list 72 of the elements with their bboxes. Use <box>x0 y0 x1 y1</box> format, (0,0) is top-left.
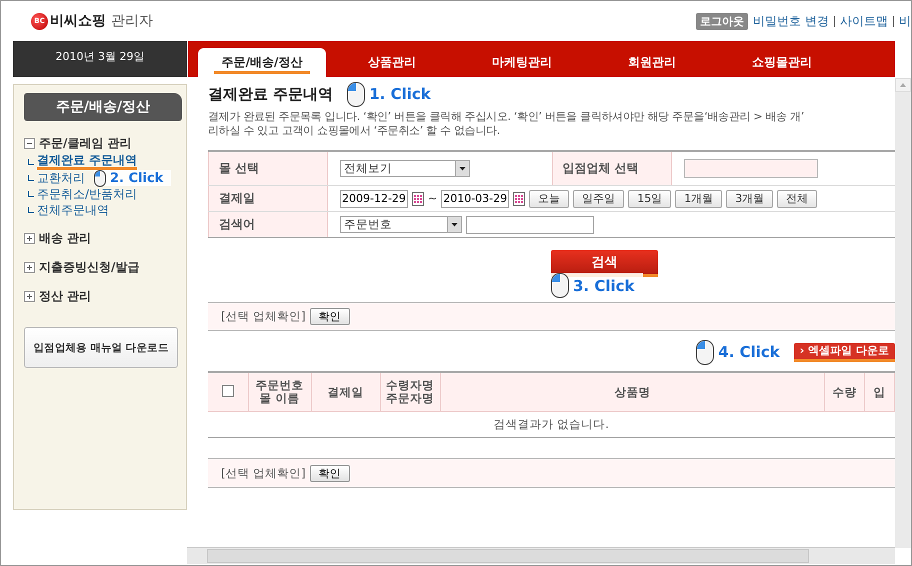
field-label: 결제일 <box>208 186 328 211</box>
page-title: 결제완료 주문내역 <box>208 84 334 104</box>
header-link[interactable]: 비 <box>899 12 911 30</box>
corner-icon <box>28 159 34 165</box>
menu-group[interactable]: 지출증빙신청/발급 <box>39 259 140 276</box>
field-label: 몰 선택 <box>208 152 328 185</box>
callout-text: 2. Click <box>110 170 164 186</box>
dropdown-arrow-icon[interactable] <box>447 217 461 232</box>
confirm-button[interactable]: 확인 <box>310 308 350 325</box>
corner-icon <box>28 175 34 181</box>
callout-text: 1. Click <box>369 85 431 103</box>
period-button[interactable]: 일주일 <box>573 190 624 208</box>
nav-tab[interactable]: 쇼핑몰관리 <box>718 48 846 77</box>
keyword-type-select[interactable]: 주문번호 <box>340 216 462 233</box>
confirm-label: [선택 업체확인] <box>221 466 306 480</box>
vertical-scrollbar[interactable] <box>895 78 911 548</box>
manual-download-button[interactable]: 입점업체용 매뉴얼 다운로드 <box>24 327 178 368</box>
period-button[interactable]: 15일 <box>628 190 672 208</box>
column-header: 결제일 <box>328 386 364 399</box>
menu-item[interactable]: 전체주문내역 <box>37 202 109 218</box>
field-label: 검색어 <box>208 212 328 237</box>
mall-select[interactable]: 전체보기 <box>340 160 470 177</box>
toggle-icon[interactable] <box>24 233 35 244</box>
empty-message: 검색결과가 없습니다. <box>494 417 609 431</box>
dropdown-arrow-icon[interactable] <box>455 161 469 176</box>
menu-group[interactable]: 주문/클레임 관리 <box>39 135 132 152</box>
field-label: 입점업체 선택 <box>552 152 672 185</box>
corner-icon <box>28 207 34 213</box>
menu-group[interactable]: 배송 관리 <box>39 230 92 247</box>
logo-text: 비씨쇼핑 <box>50 12 106 30</box>
toggle-icon[interactable] <box>24 291 35 302</box>
column-header: 수령자명 주문자명 <box>386 379 434 405</box>
keyword-input[interactable] <box>466 216 594 234</box>
nav-tab[interactable]: 마케팅관리 <box>458 48 586 77</box>
description-text: 리하실 수 있고 고객이 쇼핑몰에서 ‘주문취소’ 할 수 없습니다. <box>208 124 500 138</box>
toggle-icon[interactable] <box>24 138 35 149</box>
vendor-input[interactable] <box>684 159 818 178</box>
range-separator: ~ <box>428 192 438 205</box>
menu-group[interactable]: 정산 관리 <box>39 288 92 305</box>
confirm-button[interactable]: 확인 <box>310 464 350 482</box>
logout-button[interactable]: 로그아웃 <box>696 12 748 30</box>
excel-download-button[interactable]: › 엑셀파일 다운로 <box>794 342 895 362</box>
menu-item[interactable]: 주문취소/반품처리 <box>37 186 138 202</box>
nav-tab[interactable]: 회원관리 <box>588 48 716 77</box>
callout-text: 4. Click <box>718 343 780 361</box>
date-to-input[interactable]: 2010-03-29 <box>441 190 510 208</box>
period-button[interactable]: 오늘 <box>529 190 570 208</box>
period-button[interactable]: 전체 <box>777 190 818 208</box>
logo-subtitle: 관리자 <box>111 12 153 30</box>
nav-tab[interactable]: 상품관리 <box>328 48 456 77</box>
callout-text: 3. Click <box>573 276 635 294</box>
menu-item[interactable]: 교환처리 <box>37 170 85 186</box>
header-link[interactable]: 사이트맵 <box>840 12 888 30</box>
select-all-checkbox[interactable] <box>222 384 234 396</box>
date-text: 2010년 3월 29일 <box>56 49 144 63</box>
column-header: 상품명 <box>614 386 650 399</box>
toggle-icon[interactable] <box>24 262 35 273</box>
calendar-icon[interactable] <box>513 191 526 206</box>
sidebar-title: 주문/배송/정산 <box>24 93 182 121</box>
header-link[interactable]: 비밀번호 변경 <box>753 12 829 30</box>
column-header: 수량 <box>832 386 856 399</box>
period-button[interactable]: 3개월 <box>726 190 774 208</box>
nav-tab[interactable]: 주문/배송/정산 <box>198 48 326 77</box>
date-from-input[interactable]: 2009-12-29 <box>340 190 408 208</box>
description-text: 결제가 완료된 주문목록 입니다. ‘확인’ 버튼을 클릭해 주십시오. ‘확인’ 버튼을 클릭하셔야만 해당 주문을‘배송관리 > 배송 개’ <box>208 110 804 124</box>
confirm-label: [선택 업체확인] <box>221 309 306 324</box>
calendar-icon[interactable] <box>412 191 424 206</box>
column-header: 주문번호 몰 이름 <box>256 379 304 405</box>
period-button[interactable]: 1개월 <box>675 190 722 208</box>
corner-icon <box>28 191 34 197</box>
column-header: 입 <box>874 386 886 399</box>
horizontal-scrollbar[interactable] <box>187 547 895 564</box>
